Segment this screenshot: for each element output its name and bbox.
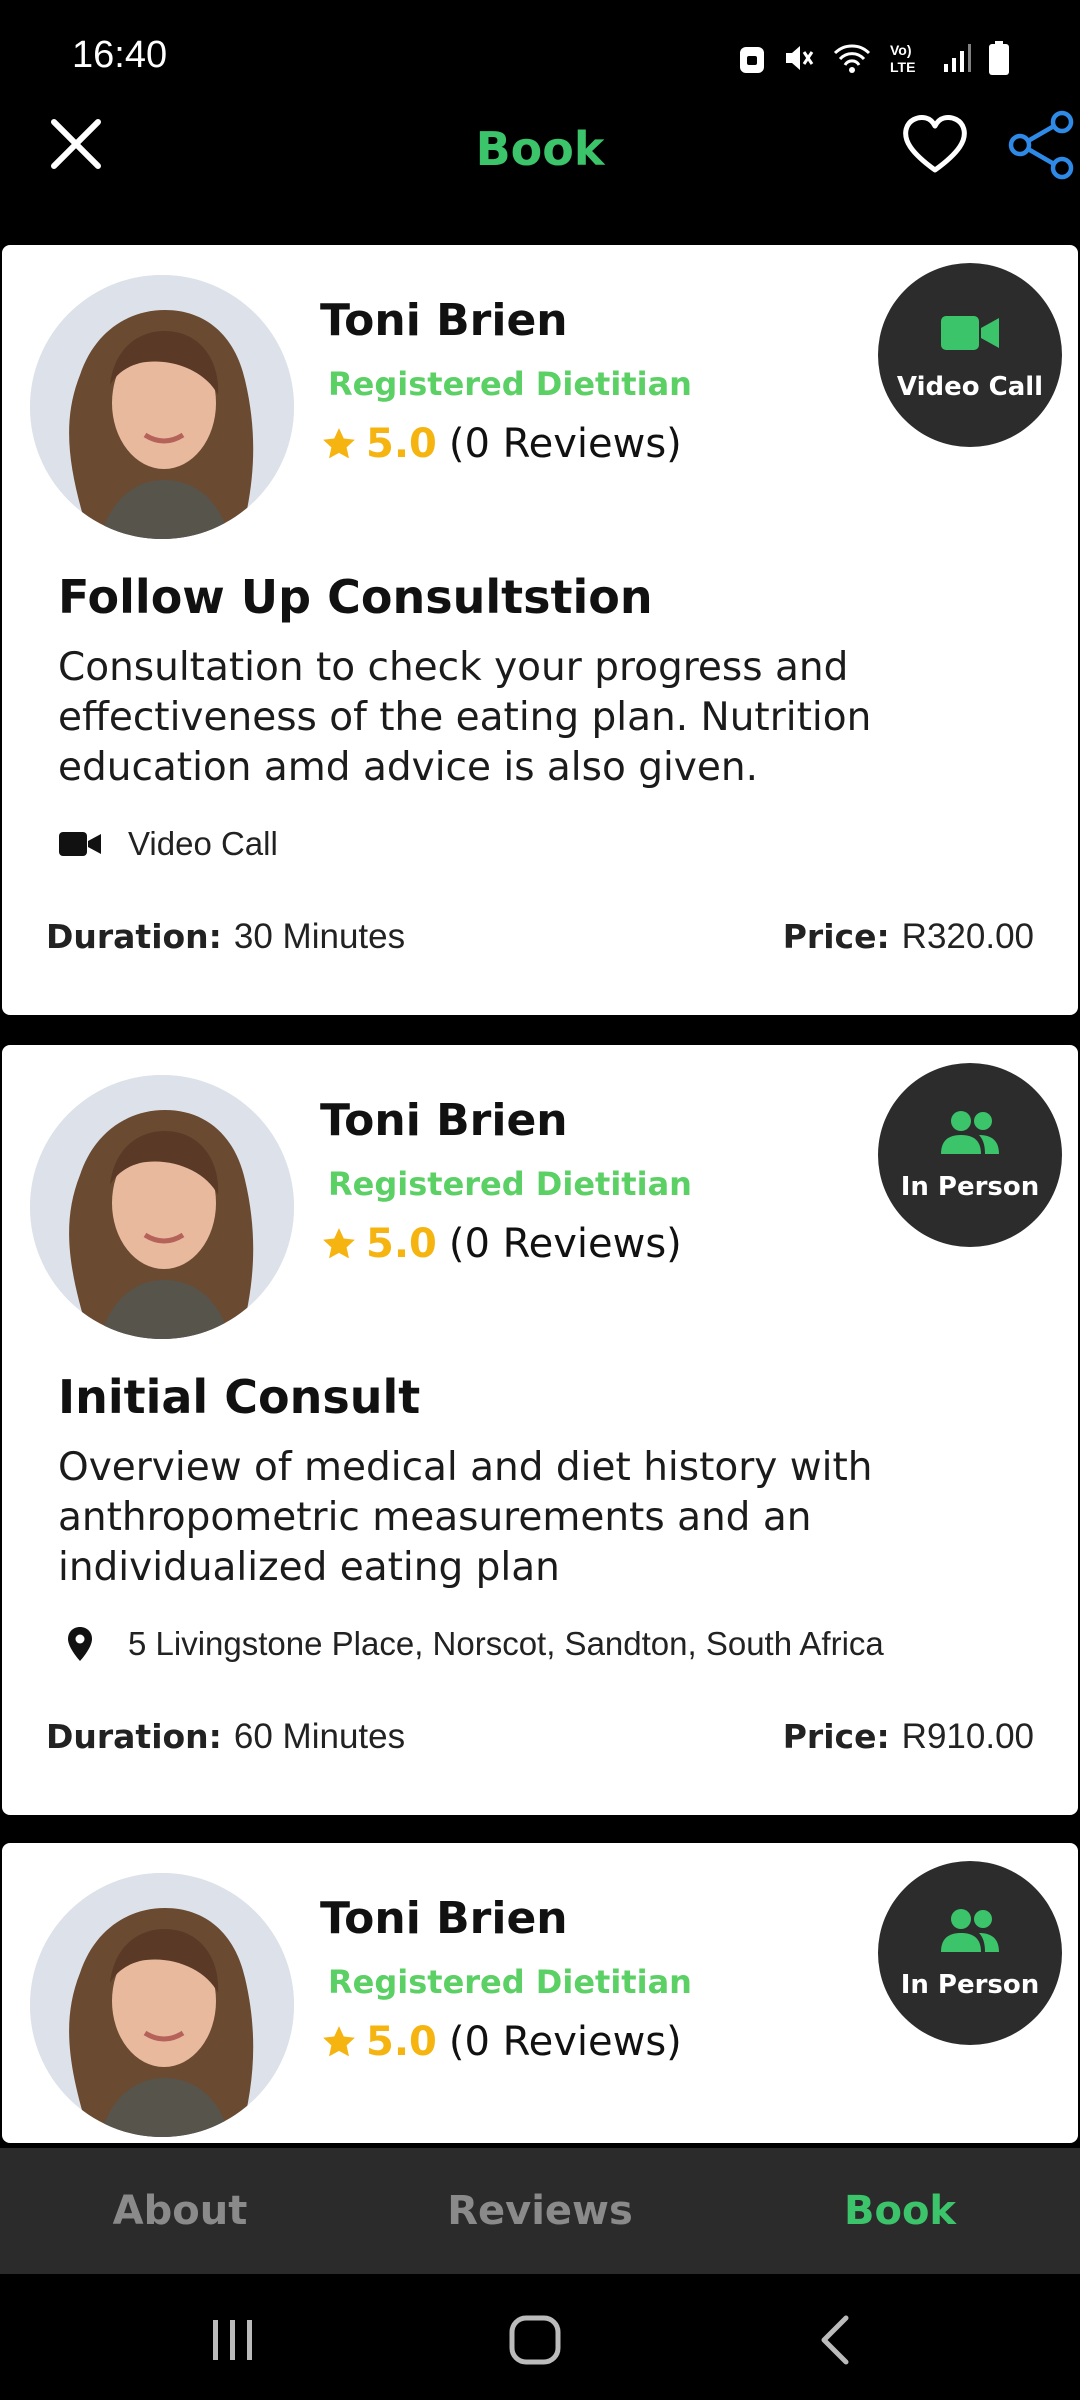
- recent-apps-icon[interactable]: [203, 2312, 263, 2368]
- star-icon: [323, 428, 355, 459]
- price: Price: R320.00: [783, 917, 1034, 957]
- home-icon[interactable]: [506, 2312, 566, 2368]
- professional-name: Toni Brien: [320, 295, 568, 346]
- location-pin-icon: [68, 1627, 92, 1661]
- duration-label: Duration:: [46, 1717, 222, 1756]
- service-title: Follow Up Consultstion: [58, 570, 653, 624]
- badge-label: Video Call: [896, 372, 1044, 402]
- rating-value: 5.0: [366, 421, 437, 467]
- rating-row: 5.0 (0 Reviews): [320, 2019, 682, 2065]
- service-title: Initial Consult: [58, 1370, 421, 1424]
- duration: Duration: 60 Minutes: [46, 1717, 405, 1757]
- rating-value: 5.0: [366, 2019, 437, 2065]
- favorite-heart-icon[interactable]: [900, 110, 970, 180]
- tab-book[interactable]: Book: [720, 2148, 1080, 2274]
- price-label: Price:: [782, 1717, 890, 1756]
- duration: Duration: 30 Minutes: [46, 917, 405, 957]
- status-icons: Vo) LTE: [738, 38, 1010, 78]
- consult-type-badge: In Person: [878, 1861, 1062, 2045]
- status-time: 16:40: [72, 34, 168, 76]
- back-icon[interactable]: [808, 2312, 868, 2368]
- price-value: R910.00: [901, 1717, 1034, 1756]
- status-bar: 16:40 Vo) LTE: [0, 0, 1080, 110]
- system-nav-bar: [0, 2274, 1080, 2400]
- service-description: Overview of medical and diet history wit…: [58, 1445, 873, 1590]
- price-value: R320.00: [901, 917, 1034, 956]
- booking-card[interactable]: Toni Brien Registered Dietitian 5.0 (0 R…: [2, 1045, 1078, 1815]
- svg-text:LTE: LTE: [890, 59, 915, 75]
- app-header: Book: [0, 110, 1080, 245]
- consult-mode-row: Video Call: [58, 825, 278, 863]
- service-description: Consultation to check your progress and …: [58, 645, 872, 790]
- consult-mode-row: 5 Livingstone Place, Norscot, Sandton, S…: [58, 1625, 884, 1663]
- badge-label: In Person: [900, 1970, 1040, 2000]
- badge-label: In Person: [900, 1172, 1040, 1202]
- video-camera-icon: [59, 832, 101, 856]
- booking-card[interactable]: Toni Brien Registered Dietitian 5.0 (0 R…: [2, 245, 1078, 1015]
- price: Price: R910.00: [783, 1717, 1034, 1757]
- wifi-icon: [833, 44, 871, 73]
- bottom-tab-bar: About Reviews Book: [0, 2148, 1080, 2274]
- review-count: (0 Reviews): [448, 421, 682, 467]
- consult-mode-text: Video Call: [128, 825, 278, 862]
- battery-icon: [989, 41, 1009, 75]
- professional-title: Registered Dietitian: [328, 1963, 692, 2001]
- tab-reviews[interactable]: Reviews: [360, 2148, 720, 2274]
- avatar: [30, 275, 294, 539]
- people-icon: [941, 1111, 999, 1154]
- professional-name: Toni Brien: [320, 1095, 568, 1146]
- lock-icon: [740, 47, 764, 73]
- professional-title: Registered Dietitian: [328, 1165, 692, 1203]
- share-icon[interactable]: [1008, 110, 1074, 180]
- review-count: (0 Reviews): [448, 1221, 682, 1267]
- duration-value: 60 Minutes: [233, 1717, 406, 1756]
- booking-card[interactable]: Toni Brien Registered Dietitian 5.0 (0 R…: [2, 1843, 1078, 2143]
- volte-icon: Vo)LTE: [890, 42, 915, 75]
- video-camera-icon: [941, 316, 999, 350]
- avatar: [30, 1075, 294, 1339]
- professional-name: Toni Brien: [320, 1893, 568, 1944]
- rating-row: 5.0 (0 Reviews): [320, 1221, 682, 1267]
- mute-icon: [786, 46, 814, 70]
- people-icon: [941, 1909, 999, 1952]
- professional-title: Registered Dietitian: [328, 365, 692, 403]
- signal-icon: [944, 44, 971, 72]
- price-label: Price:: [782, 917, 890, 956]
- duration-label: Duration:: [46, 917, 222, 956]
- avatar: [30, 1873, 294, 2137]
- review-count: (0 Reviews): [448, 2019, 682, 2065]
- star-icon: [323, 1228, 355, 1259]
- svg-text:Vo): Vo): [890, 42, 912, 58]
- tab-about[interactable]: About: [0, 2148, 360, 2274]
- consult-type-badge: In Person: [878, 1063, 1062, 1247]
- star-icon: [323, 2026, 355, 2057]
- consult-type-badge: Video Call: [878, 263, 1062, 447]
- rating-row: 5.0 (0 Reviews): [320, 421, 682, 467]
- duration-value: 30 Minutes: [233, 917, 406, 956]
- rating-value: 5.0: [366, 1221, 437, 1267]
- consult-mode-text: 5 Livingstone Place, Norscot, Sandton, S…: [128, 1625, 884, 1662]
